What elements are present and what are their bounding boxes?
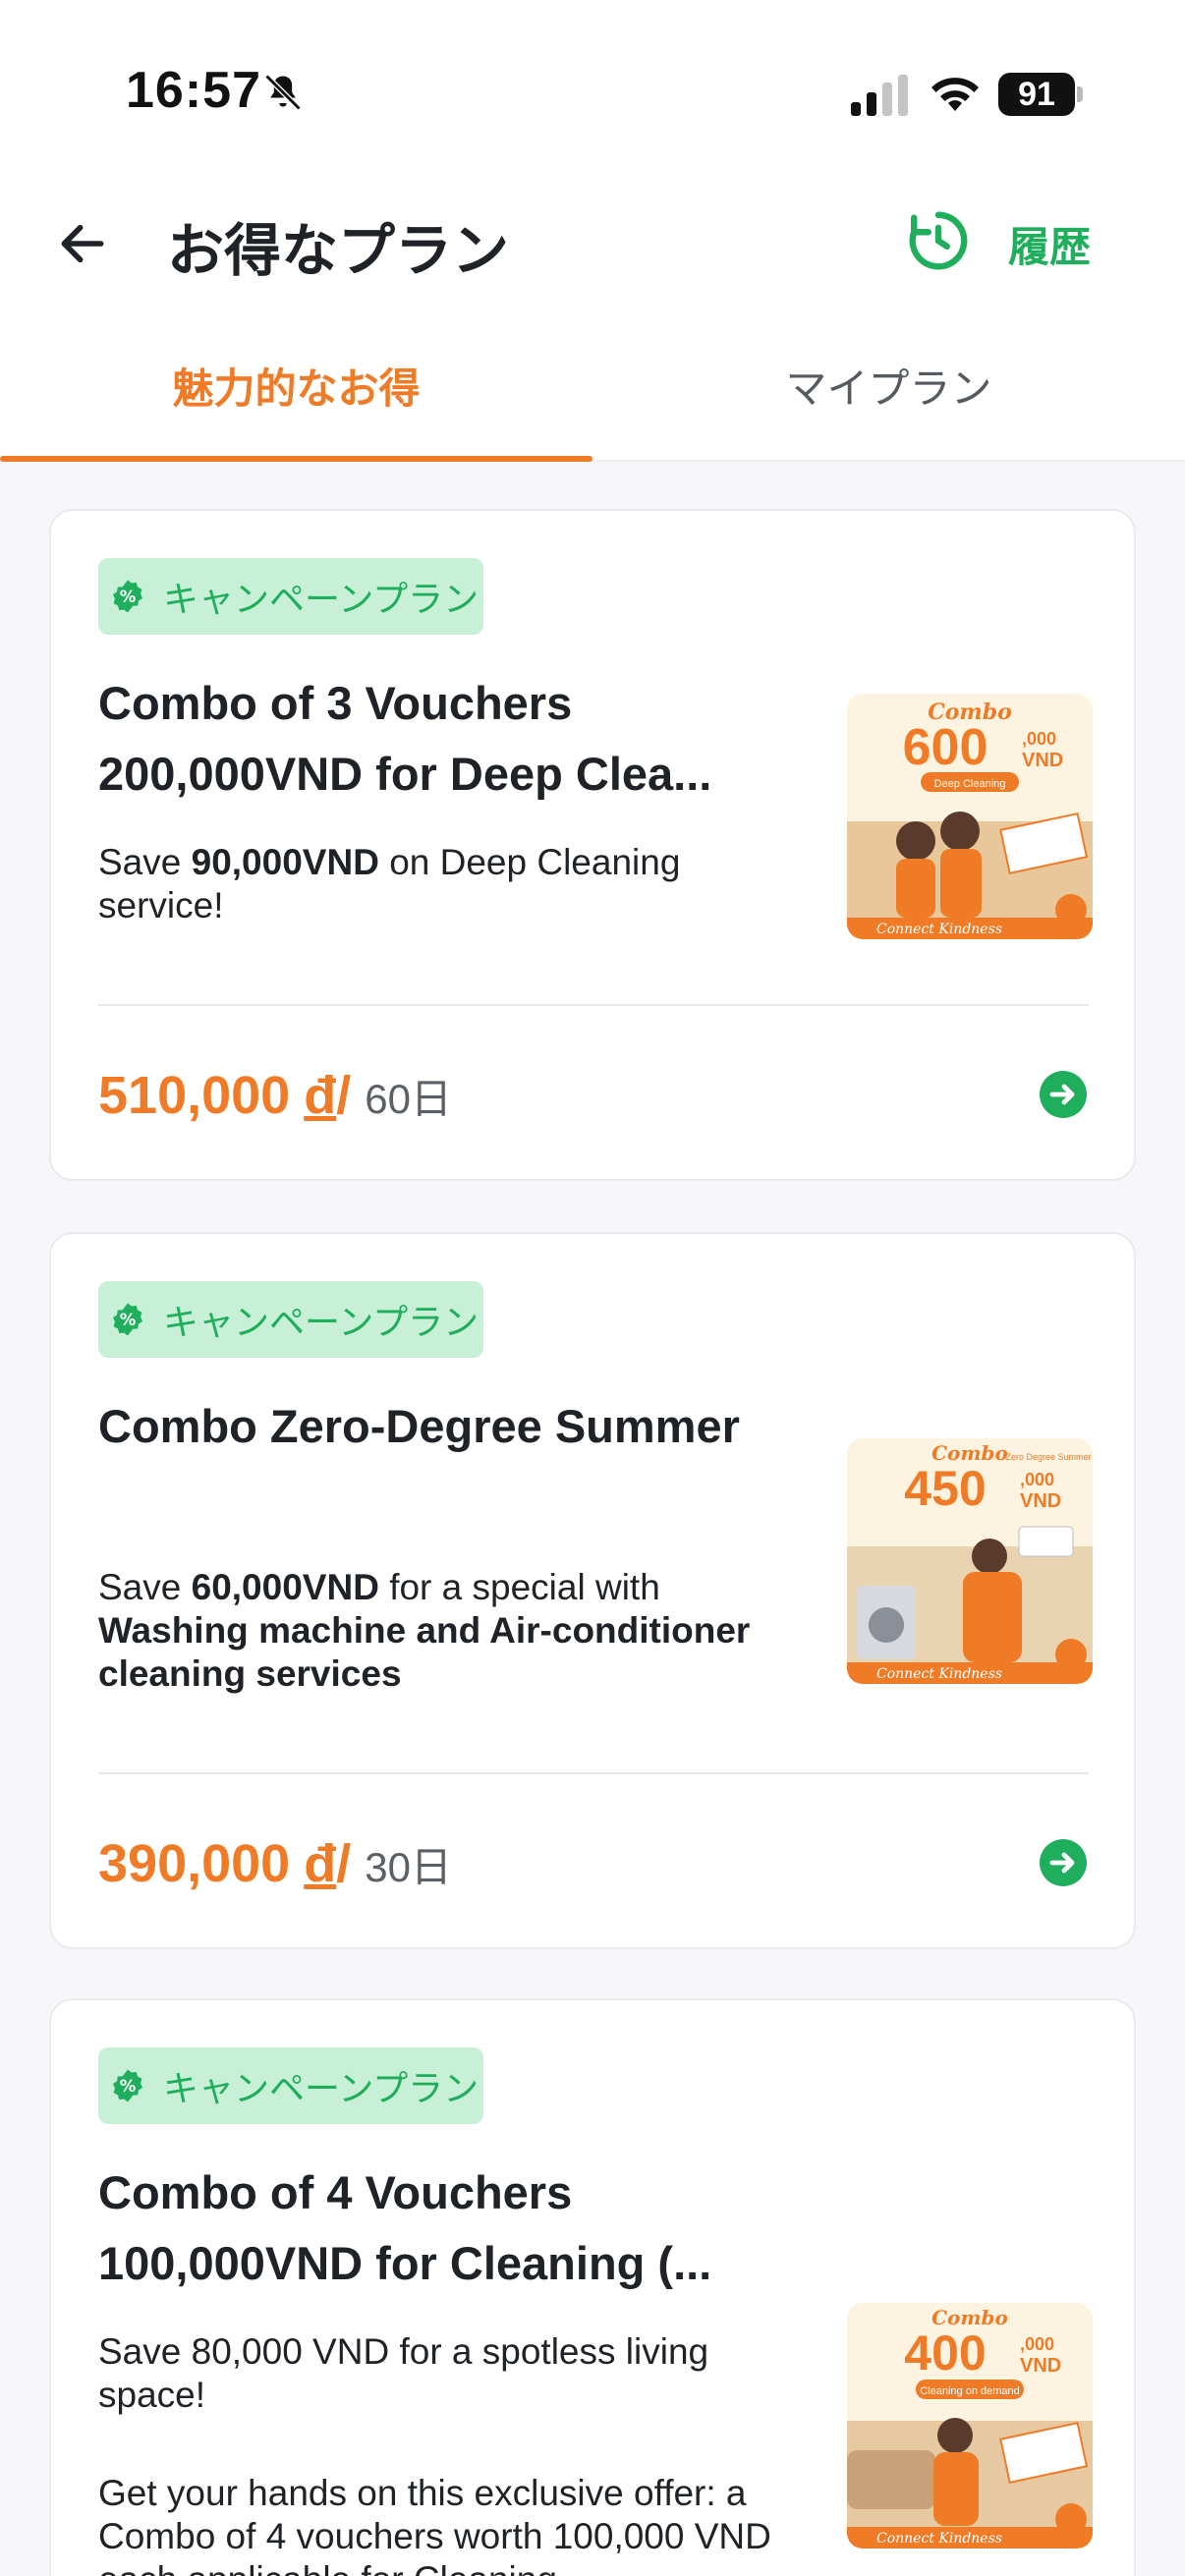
plan-thumbnail: Combo 450 ,000 VND Zero Degree Summer Co… bbox=[847, 1438, 1093, 1684]
thumb-amount: 400 bbox=[904, 2325, 986, 2380]
desc-highlight: 60,000VND bbox=[191, 1567, 379, 1607]
plan-price: 510,000 bbox=[98, 1066, 291, 1125]
plan-description: Save 80,000 VND for a spotless living sp… bbox=[98, 2331, 709, 2415]
history-clock-icon[interactable] bbox=[904, 206, 973, 275]
history-link[interactable]: 履歴 bbox=[1008, 214, 1091, 274]
back-arrow-icon[interactable] bbox=[55, 216, 110, 271]
svg-text:%: % bbox=[120, 1311, 137, 1329]
plan-thumbnail: Combo 600 ,000 VND Deep Cleaning Connect… bbox=[847, 694, 1093, 939]
cellular-signal-icon bbox=[851, 75, 908, 116]
arrow-right-circle-icon[interactable] bbox=[1040, 1839, 1087, 1886]
discount-seal-icon: % bbox=[113, 580, 142, 613]
tab-my-plans[interactable]: マイプラン bbox=[592, 324, 1185, 460]
thumb-unit-top: ,000 bbox=[1020, 2334, 1054, 2354]
page-title: お得なプラン bbox=[167, 219, 510, 283]
plan-description: Save 60,000VND for a special with Washin… bbox=[98, 1566, 796, 1696]
desc-text: Save bbox=[98, 842, 192, 882]
desc-text: for a special with bbox=[378, 1567, 660, 1607]
screen: 16:57 91 お得なプラン 履歴 魅力的なお得 マイプラン % キャンペーン… bbox=[0, 0, 1185, 2576]
campaign-badge: % キャンペーンプラン bbox=[98, 1281, 483, 1358]
plan-description: Save 90,000VND on Deep Cleaning service! bbox=[98, 841, 796, 927]
campaign-badge: % キャンペーンプラン bbox=[98, 558, 483, 635]
currency-symbol: đ bbox=[304, 1834, 337, 1893]
currency-symbol: đ bbox=[304, 1066, 337, 1125]
thumb-tagline: Connect Kindness bbox=[876, 922, 1002, 937]
plan-description-extra: Get your hands on this exclusive offer: … bbox=[98, 2473, 771, 2576]
status-time: 16:57 bbox=[126, 62, 261, 119]
card-divider bbox=[98, 1004, 1089, 1006]
desc-text: Save bbox=[98, 1567, 192, 1607]
thumb-unit-top: ,000 bbox=[1022, 729, 1056, 749]
tab-bar: 魅力的なお得 マイプラン bbox=[0, 324, 1185, 462]
tab-attractive-deals[interactable]: 魅力的なお得 bbox=[0, 324, 592, 460]
price-row: 390,000 đ/ 30日 bbox=[98, 1833, 452, 1912]
thumb-service: Zero Degree Summer bbox=[1005, 1452, 1091, 1462]
battery-level: 91 bbox=[998, 73, 1075, 116]
thumb-service: Deep Cleaning bbox=[934, 778, 1006, 790]
wifi-icon bbox=[931, 78, 979, 111]
plan-title: Combo Zero-Degree Summer bbox=[98, 1400, 740, 1452]
thumb-amount: 450 bbox=[904, 1461, 986, 1516]
plan-title: Combo of 4 Vouchers 100,000VND for Clean… bbox=[98, 2166, 712, 2289]
thumb-tagline: Connect Kindness bbox=[876, 1666, 1002, 1682]
discount-seal-icon: % bbox=[113, 2069, 142, 2102]
badge-label: キャンペーンプラン bbox=[163, 1302, 480, 1342]
thumb-amount: 600 bbox=[903, 719, 988, 776]
plan-period: 30日 bbox=[365, 1844, 452, 1890]
svg-text:%: % bbox=[120, 2077, 137, 2096]
thumb-unit-bottom: VND bbox=[1022, 750, 1063, 771]
thumb-service: Cleaning on demand bbox=[920, 2385, 1020, 2397]
plan-title: Combo of 3 Vouchers 200,000VND for Deep … bbox=[98, 677, 712, 800]
price-slash: / bbox=[336, 1066, 352, 1125]
thumb-tagline: Connect Kindness bbox=[876, 2531, 1002, 2547]
app-header: お得なプラン 履歴 bbox=[0, 187, 1185, 324]
battery-tip bbox=[1077, 86, 1083, 102]
plan-card[interactable]: % キャンペーンプラン Combo Zero-Degree Summer Sav… bbox=[49, 1232, 1136, 1949]
status-bar: 16:57 91 bbox=[0, 0, 1185, 187]
price-row: 510,000 đ/ 60日 bbox=[98, 1065, 452, 1144]
thumb-unit-bottom: VND bbox=[1020, 1490, 1061, 1512]
thumb-unit-bottom: VND bbox=[1020, 2355, 1061, 2377]
campaign-badge: % キャンペーンプラン bbox=[98, 2047, 483, 2124]
desc-highlight: Washing machine and Air-conditioner clea… bbox=[98, 1610, 751, 1694]
badge-label: キャンペーンプラン bbox=[163, 2068, 480, 2108]
desc-highlight: 90,000VND bbox=[191, 842, 379, 882]
plan-card[interactable]: % キャンペーンプラン Combo of 3 Vouchers 200,000V… bbox=[49, 509, 1136, 1181]
price-slash: / bbox=[336, 1834, 352, 1893]
arrow-right-circle-icon[interactable] bbox=[1040, 1071, 1087, 1118]
card-divider bbox=[98, 1772, 1089, 1774]
plan-period: 60日 bbox=[365, 1076, 452, 1122]
plan-card[interactable]: % キャンペーンプラン Combo of 4 Vouchers 100,000V… bbox=[49, 1998, 1136, 2576]
plan-thumbnail: Combo 400 ,000 VND Cleaning on demand Co… bbox=[847, 2303, 1093, 2548]
bell-muted-icon bbox=[264, 74, 302, 111]
svg-text:%: % bbox=[120, 588, 137, 606]
plan-price: 390,000 bbox=[98, 1834, 291, 1893]
badge-label: キャンペーンプラン bbox=[163, 579, 480, 619]
thumb-unit-top: ,000 bbox=[1020, 1470, 1054, 1489]
discount-seal-icon: % bbox=[113, 1303, 142, 1336]
active-tab-indicator bbox=[0, 456, 592, 462]
battery-indicator: 91 bbox=[998, 73, 1083, 116]
